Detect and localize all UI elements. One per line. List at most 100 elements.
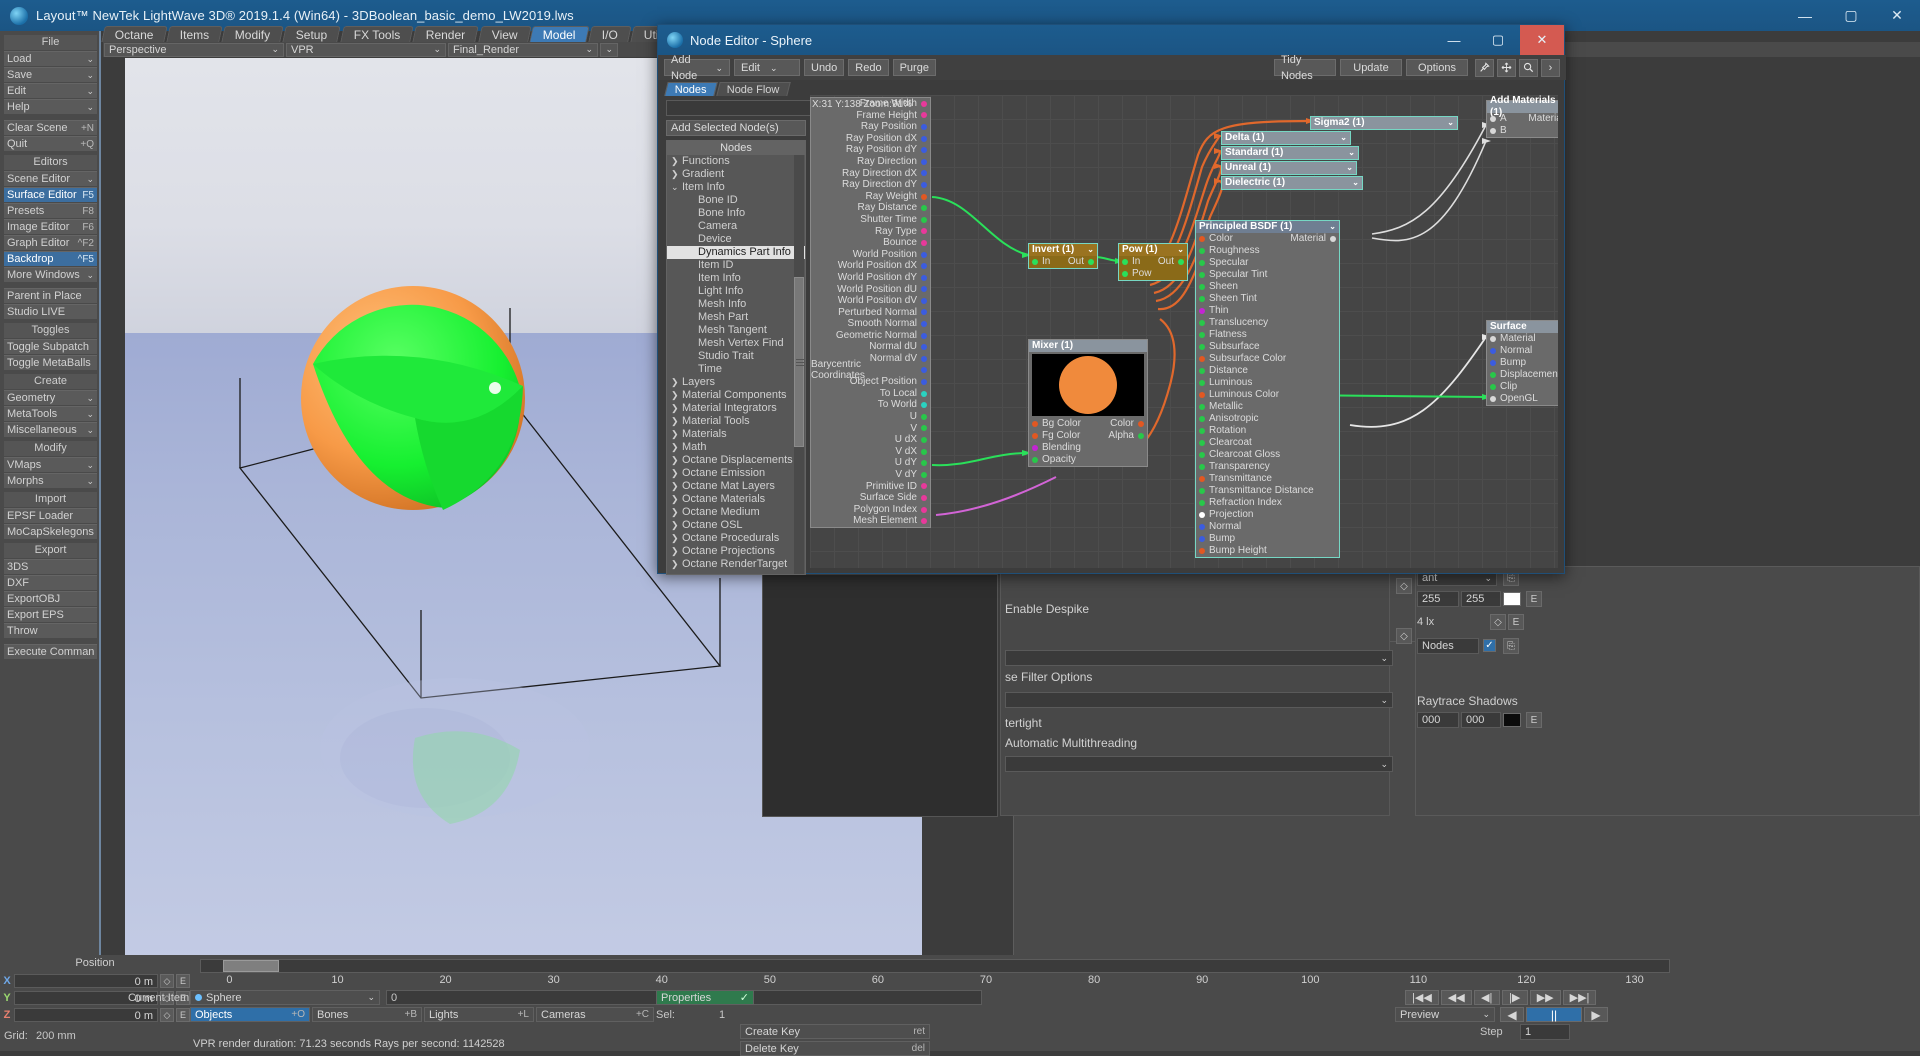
input-port-dot[interactable] xyxy=(1490,384,1496,390)
lights-button[interactable]: Lights +L xyxy=(424,1007,534,1022)
node-graph-canvas[interactable]: Frame Width Frame Height Ray Position Ray P… xyxy=(810,95,1558,568)
sidebar-item-export-eps[interactable]: Export EPS xyxy=(4,607,97,622)
input-output-ray-position-dy[interactable]: Ray Position dY xyxy=(811,144,930,156)
output-port-dot[interactable] xyxy=(921,181,927,188)
sidebar-item-graph-editor[interactable]: Graph Editor ^F2 xyxy=(4,235,97,250)
transport-button[interactable]: |◀◀ xyxy=(1405,990,1439,1005)
input-port-dot[interactable] xyxy=(1199,260,1205,266)
sidebar-item-exportobj[interactable]: ExportOBJ xyxy=(4,591,97,606)
input-output-mesh-element[interactable]: Mesh Element xyxy=(811,515,930,527)
tab-setup[interactable]: Setup xyxy=(282,26,342,42)
sidebar-item-3ds[interactable]: 3DS xyxy=(4,559,97,574)
rgb-255-b[interactable]: 255 xyxy=(1461,591,1501,607)
node-tree-item-material-components[interactable]: ❯ Material Components xyxy=(667,389,805,402)
chevron-right-icon[interactable]: ❯ xyxy=(671,415,682,428)
output-port-dot[interactable] xyxy=(921,390,927,397)
node-tree-item-octane-rendertarget[interactable]: ❯ Octane RenderTarget xyxy=(667,558,805,571)
sidebar-item-morphs[interactable]: Morphs ⌄ xyxy=(4,473,97,488)
node-tree-item-octane-displacements[interactable]: ❯ Octane Displacements xyxy=(667,454,805,467)
sidebar-item-save[interactable]: Save ⌄ xyxy=(4,67,97,82)
tab-view[interactable]: View xyxy=(477,26,532,42)
input-output-u[interactable]: U xyxy=(811,411,930,423)
node-tree-scroll-thumb[interactable] xyxy=(794,277,804,447)
node-tree-item-functions[interactable]: ❯ Functions xyxy=(667,155,805,168)
threading-dropdown[interactable]: ⌄ xyxy=(1005,756,1393,772)
input-port-dot[interactable] xyxy=(1199,524,1205,530)
input-port-dot[interactable] xyxy=(1199,404,1205,410)
node-tree-item-octane-projections[interactable]: ❯ Octane Projections xyxy=(667,545,805,558)
collapsed-node-delta-1-[interactable]: Delta (1) ⌄ xyxy=(1221,131,1351,145)
cameras-button[interactable]: Cameras +C xyxy=(536,1007,654,1022)
node-tree-item-item-info[interactable]: Item Info xyxy=(667,272,805,285)
chevron-down-icon[interactable]: ⌄ xyxy=(1348,147,1355,159)
input-output-v[interactable]: V xyxy=(811,423,930,435)
node-add-materials-header[interactable]: Add Materials (1) ⌄ xyxy=(1487,95,1558,118)
tab-fx-tools[interactable]: FX Tools xyxy=(340,26,414,42)
output-port-dot[interactable] xyxy=(921,518,927,525)
tab-model[interactable]: Model xyxy=(529,26,590,42)
input-port-dot[interactable] xyxy=(1199,416,1205,422)
output-port-dot[interactable] xyxy=(1138,421,1144,427)
input-port-dot[interactable] xyxy=(1199,272,1205,278)
sidebar-item-backdrop[interactable]: Backdrop ^F5 xyxy=(4,251,97,266)
pin-icon[interactable] xyxy=(1475,58,1494,77)
input-port-dot[interactable] xyxy=(1199,464,1205,470)
output-port-dot[interactable] xyxy=(921,332,927,339)
chevron-down-icon[interactable]: ⌄ xyxy=(1352,177,1359,189)
axis-value-input[interactable]: 0 m xyxy=(14,973,158,988)
input-output-world-position-dx[interactable]: World Position dX xyxy=(811,260,930,272)
output-port-dot[interactable] xyxy=(921,263,927,270)
sidebar-item-clear-scene[interactable]: Clear Scene +N xyxy=(4,120,97,135)
sidebar-item-load[interactable]: Load ⌄ xyxy=(4,51,97,66)
sidebar-item-studio-live[interactable]: Studio LIVE xyxy=(4,304,97,319)
despike-nudge-1[interactable]: ◇ xyxy=(1396,578,1412,594)
node-tree-item-studio-trait[interactable]: Studio Trait xyxy=(667,350,805,363)
output-port-out[interactable] xyxy=(1178,259,1184,265)
node-tree-item-mesh-vertex-find[interactable]: Mesh Vertex Find xyxy=(667,337,805,350)
node-tree-item-octane-mat-layers[interactable]: ❯ Octane Mat Layers xyxy=(667,480,805,493)
chevron-right-icon[interactable]: ❯ xyxy=(671,441,682,454)
sidebar-item-vmaps[interactable]: VMaps ⌄ xyxy=(4,457,97,472)
update-button[interactable]: Update xyxy=(1340,59,1402,76)
camera-dropdown[interactable]: Final_Render ⌄ xyxy=(448,42,598,57)
input-port-dot[interactable] xyxy=(1490,396,1496,402)
input-port-dot[interactable] xyxy=(1199,548,1205,554)
sidebar-item-throw[interactable]: Throw xyxy=(4,623,97,638)
chevron-right-icon[interactable]: ❯ xyxy=(671,519,682,532)
output-port-dot[interactable] xyxy=(921,297,927,304)
output-port-dot[interactable] xyxy=(921,494,927,501)
output-port-dot[interactable] xyxy=(921,402,927,409)
input-port-dot[interactable] xyxy=(1490,372,1496,378)
node-tree-item-material-integrators[interactable]: ❯ Material Integrators xyxy=(667,402,805,415)
node-pow-header[interactable]: Pow (1) ⌄ xyxy=(1119,244,1187,256)
chevron-right-icon[interactable]: ❯ xyxy=(671,454,682,467)
render-mode-dropdown[interactable]: VPR ⌄ xyxy=(286,42,446,57)
input-output-surface-side[interactable]: Surface Side xyxy=(811,492,930,504)
transport-button[interactable]: |▶ xyxy=(1501,990,1528,1005)
node-editor-tab-node-flow[interactable]: Node Flow xyxy=(716,82,791,96)
lux-nudge[interactable]: ◇ xyxy=(1490,614,1506,630)
shadow-zero-b[interactable]: 000 xyxy=(1461,712,1501,728)
output-port-dot[interactable] xyxy=(1330,236,1336,242)
chevron-down-icon[interactable]: ⌄ xyxy=(1557,321,1558,333)
input-output-normal-du[interactable]: Normal dU xyxy=(811,341,930,353)
sidebar-item-toggle-metaballs[interactable]: Toggle MetaBalls xyxy=(4,355,97,370)
timeline-range-handle[interactable] xyxy=(223,960,279,972)
output-port-dot[interactable] xyxy=(921,448,927,455)
node-tree-item-octane-osl[interactable]: ❯ Octane OSL xyxy=(667,519,805,532)
input-output-to-world[interactable]: To World xyxy=(811,399,930,411)
input-port-dot[interactable] xyxy=(1032,445,1038,451)
node-tree-item-materials[interactable]: ❯ Materials xyxy=(667,428,805,441)
rgb-255-a[interactable]: 255 xyxy=(1417,591,1459,607)
output-port-dot[interactable] xyxy=(921,355,927,362)
axis-envelope-button[interactable]: E xyxy=(176,973,190,988)
input-output-to-local[interactable]: To Local xyxy=(811,388,930,400)
input-port-dot[interactable] xyxy=(1199,536,1205,542)
output-port-dot[interactable] xyxy=(921,123,927,130)
sphere-object[interactable] xyxy=(295,268,545,518)
input-output-ray-position[interactable]: Ray Position xyxy=(811,121,930,133)
collapsed-node-dielectric-1-[interactable]: Dielectric (1) ⌄ xyxy=(1221,176,1363,190)
preview-dropdown[interactable]: Preview ⌄ xyxy=(1395,1007,1495,1022)
node-search-input[interactable] xyxy=(666,100,816,116)
transport-button[interactable]: ▶▶| xyxy=(1562,990,1597,1005)
